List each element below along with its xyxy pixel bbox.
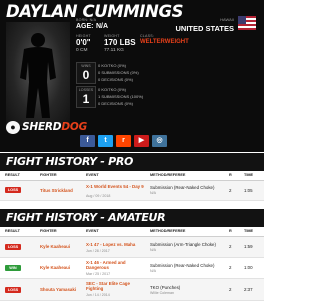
table-row: WIN Kyle Kaaheaui X-1 46 - Armed and Dan… xyxy=(0,258,264,279)
event-link[interactable]: X-1 46 - Armed and Dangerous xyxy=(86,260,146,270)
col-method: METHOD/REFEREE xyxy=(150,229,186,233)
col-result: RESULT xyxy=(5,229,20,233)
country: UNITED STATES xyxy=(175,24,234,33)
age-value: N/A xyxy=(96,23,109,30)
col-time: TIME xyxy=(244,229,254,233)
referee: N/A xyxy=(150,269,156,273)
table-row: LOSS Kyle Kaaheaui X-1 47 - Lopez vs. Ma… xyxy=(0,237,264,258)
us-flag-icon xyxy=(238,16,256,30)
born-label: BORN: N/A xyxy=(76,18,97,22)
method: Submission (Rear-Naked Choke) xyxy=(150,185,215,190)
event-link[interactable]: X-1 World Events 54 - Day 9 xyxy=(86,184,144,189)
opponent-link[interactable]: Kyle Kaaheaui xyxy=(40,265,70,270)
age-label: AGE: xyxy=(76,23,94,30)
losses-box: LOSSES 1 xyxy=(76,86,96,108)
referee: N/A xyxy=(150,191,156,195)
event-date: Jun / 14 / 2014 xyxy=(86,293,110,297)
event-link[interactable]: X-1 47 - Lopez vs. Maha xyxy=(86,242,135,247)
amateur-section-title: FIGHT HISTORY - AMATEUR xyxy=(6,211,166,224)
logo-text-b: DOG xyxy=(61,121,87,133)
dog-head-icon: ● xyxy=(6,121,20,134)
round: 2 xyxy=(229,265,232,270)
round: 2 xyxy=(229,188,232,193)
method: Submission (Arm-Triangle Choke) xyxy=(150,242,216,247)
result-badge: LOSS xyxy=(5,287,21,293)
height-cm: 0 CM xyxy=(76,48,88,53)
col-fighter: FIGHTER xyxy=(40,229,57,233)
loss-ko-stat: 0 KO/TKO (0%) xyxy=(98,87,127,92)
referee: N/A xyxy=(150,248,156,252)
weight-value: 170 LBS xyxy=(104,38,136,47)
method: Submission (Rear-Naked Choke) xyxy=(150,263,215,268)
weight-class: WELTERWEIGHT xyxy=(140,39,189,45)
amateur-table-header: RESULT FIGHTER EVENT METHOD/REFEREE R TI… xyxy=(0,228,264,237)
col-time: TIME xyxy=(244,173,254,177)
youtube-icon[interactable]: ▶ xyxy=(134,135,149,147)
col-event: EVENT xyxy=(86,173,99,177)
table-row: LOSS Titus Strickland X-1 World Events 5… xyxy=(0,181,264,201)
fighter-silhouette-icon xyxy=(20,33,56,118)
amateur-section-header: FIGHT HISTORY - AMATEUR xyxy=(0,209,264,227)
opponent-link[interactable]: Shouta Yamasaki xyxy=(40,287,76,292)
reddit-icon[interactable]: r xyxy=(116,135,131,147)
result-badge: LOSS xyxy=(5,187,21,193)
facebook-icon[interactable]: f xyxy=(80,135,95,147)
opponent-link[interactable]: Kyle Kaaheaui xyxy=(40,244,70,249)
col-result: RESULT xyxy=(5,173,20,177)
fighter-profile-header: DAYLAN CUMMINGS ● SHERDDOG BORN: N/A AGE… xyxy=(0,0,264,152)
time: 2:37 xyxy=(244,287,253,292)
event-date: Mar / 25 / 2017 xyxy=(86,272,111,276)
sherdog-logo: ● SHERDDOG xyxy=(6,120,87,135)
col-round: R xyxy=(229,173,232,177)
event-date: Aug / 09 / 2018 xyxy=(86,194,111,198)
height-value: 0'0" xyxy=(76,38,91,47)
pro-section-title: FIGHT HISTORY - PRO xyxy=(6,155,134,168)
logo-text-a: SHERD xyxy=(22,121,62,133)
loss-dec-stat: 0 DECISIONS (0%) xyxy=(98,101,133,106)
fighter-photo xyxy=(6,22,70,126)
opponent-link[interactable]: Titus Strickland xyxy=(40,188,73,193)
time: 1:05 xyxy=(244,188,253,193)
referee: Willie Coleman xyxy=(150,291,174,295)
class-label: CLASS: xyxy=(140,34,154,38)
hometown: HAWAII xyxy=(220,17,234,22)
col-round: R xyxy=(229,229,232,233)
round: 2 xyxy=(229,287,232,292)
result-badge: WIN xyxy=(5,265,21,271)
table-row: LOSS Shouta Yamasaki SEC - Star Elite Ca… xyxy=(0,279,264,301)
pro-section-header: FIGHT HISTORY - PRO xyxy=(0,153,264,171)
instagram-icon[interactable]: ◎ xyxy=(152,135,167,147)
col-method: METHOD/REFEREE xyxy=(150,173,186,177)
twitter-icon[interactable]: t xyxy=(98,135,113,147)
wins-box: WINS 0 xyxy=(76,62,96,84)
wins-count: 0 xyxy=(82,68,90,82)
time: 1:59 xyxy=(244,244,253,249)
pro-table-header: RESULT FIGHTER EVENT METHOD/REFEREE R TI… xyxy=(0,172,264,181)
result-badge: LOSS xyxy=(5,244,21,250)
event-link[interactable]: SEC - Star Elite Cage Fighting xyxy=(86,281,146,291)
loss-sub-stat: 1 SUBMISSIONS (100%) xyxy=(98,94,144,99)
method: TKO (Punches) xyxy=(150,285,181,290)
event-date: Jun / 28 / 2017 xyxy=(86,249,110,253)
time: 1:00 xyxy=(244,265,253,270)
win-sub-stat: 0 SUBMISSIONS (0%) xyxy=(98,70,139,75)
win-dec-stat: 0 DECISIONS (0%) xyxy=(98,77,133,82)
round: 2 xyxy=(229,244,232,249)
col-event: EVENT xyxy=(86,229,99,233)
win-ko-stat: 0 KO/TKO (0%) xyxy=(98,63,127,68)
weight-kg: 77.11 KG xyxy=(104,48,124,53)
col-fighter: FIGHTER xyxy=(40,173,57,177)
losses-count: 1 xyxy=(82,92,90,106)
